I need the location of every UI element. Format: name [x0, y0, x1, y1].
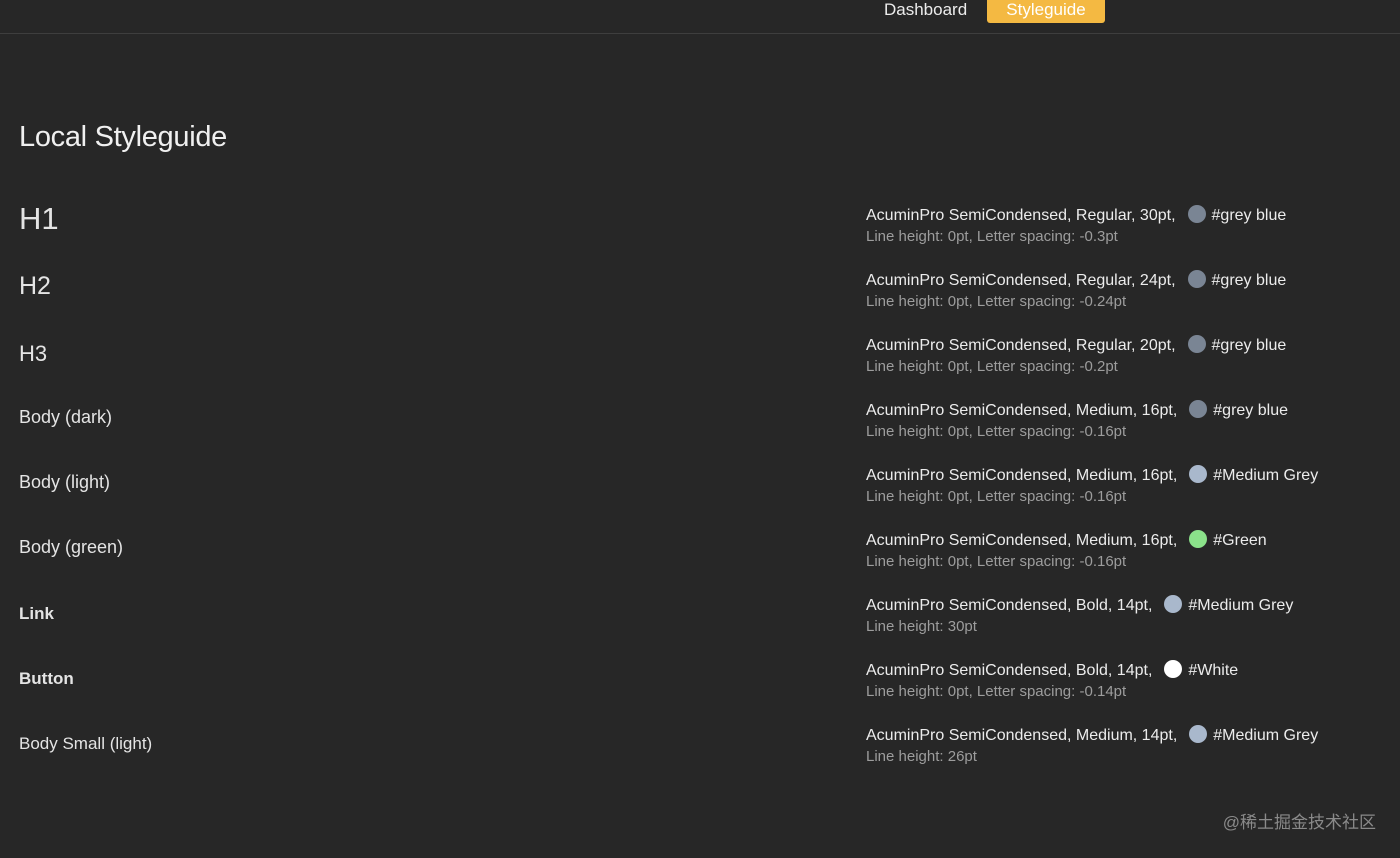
spec-font: AcuminPro SemiCondensed, Medium, 16pt,: [866, 532, 1178, 549]
spec-metrics: Line height: 26pt: [866, 748, 977, 765]
spec-metrics: Line height: 30pt: [866, 618, 977, 635]
color-swatch: [1189, 400, 1208, 418]
style-row-body-dark: Body (dark) AcuminPro SemiCondensed, Med…: [0, 400, 1400, 460]
style-spec: AcuminPro SemiCondensed, Bold, 14pt, #Med…: [866, 595, 1293, 637]
top-nav-bar: Dashboard Styleguide: [0, 0, 1400, 34]
color-swatch: [1187, 270, 1206, 288]
color-swatch: [1187, 205, 1206, 223]
nav-dashboard[interactable]: Dashboard: [884, 0, 967, 23]
style-name: Link: [19, 604, 54, 623]
color-name: #grey blue: [1211, 272, 1287, 289]
style-row-button: Button AcuminPro SemiCondensed, Bold, 14…: [0, 660, 1400, 720]
spec-font: AcuminPro SemiCondensed, Medium, 16pt,: [866, 402, 1178, 419]
page-title: Local Styleguide: [19, 121, 228, 153]
color-swatch: [1164, 660, 1183, 678]
color-name: #Medium Grey: [1213, 467, 1319, 484]
spec-metrics: Line height: 0pt, Letter spacing: -0.24p…: [866, 293, 1127, 310]
spec-font: AcuminPro SemiCondensed, Regular, 24pt,: [866, 272, 1176, 289]
style-name: Body Small (light): [19, 734, 153, 753]
style-name: Body (dark): [19, 407, 113, 427]
color-name: #Green: [1213, 532, 1267, 549]
color-name: #Medium Grey: [1188, 597, 1294, 614]
style-spec: AcuminPro SemiCondensed, Medium, 16pt, #G…: [866, 530, 1267, 572]
spec-metrics: Line height: 0pt, Letter spacing: -0.14p…: [866, 683, 1127, 700]
style-name: Body (light): [19, 472, 111, 492]
color-name: #grey blue: [1211, 207, 1287, 224]
color-name: #grey blue: [1213, 402, 1288, 419]
color-swatch: [1187, 335, 1206, 353]
style-spec: AcuminPro SemiCondensed, Medium, 16pt, #M…: [866, 465, 1318, 507]
spec-font: AcuminPro SemiCondensed, Bold, 14pt,: [866, 597, 1153, 614]
color-name: #grey blue: [1211, 337, 1287, 354]
style-spec: AcuminPro SemiCondensed, Regular, 30pt, #…: [866, 205, 1286, 247]
style-row-link: Link AcuminPro SemiCondensed, Bold, 14pt…: [0, 595, 1400, 655]
spec-metrics: Line height: 0pt, Letter spacing: -0.16p…: [866, 553, 1127, 570]
style-spec: AcuminPro SemiCondensed, Regular, 20pt, #…: [866, 335, 1286, 377]
style-spec: AcuminPro SemiCondensed, Medium, 16pt, #g…: [866, 400, 1288, 442]
nav-styleguide[interactable]: Styleguide: [987, 0, 1105, 23]
style-row-h1: H1 AcuminPro SemiCondensed, Regular, 30p…: [0, 201, 1400, 265]
watermark: @稀土掘金技术社区: [1222, 813, 1376, 832]
spec-metrics: Line height: 0pt, Letter spacing: -0.2pt: [866, 358, 1118, 375]
style-row-h3: H3 AcuminPro SemiCondensed, Regular, 20p…: [0, 335, 1400, 395]
spec-font: AcuminPro SemiCondensed, Regular, 30pt,: [866, 207, 1176, 224]
style-name: H2: [19, 272, 51, 300]
spec-font: AcuminPro SemiCondensed, Regular, 20pt,: [866, 337, 1176, 354]
style-row-body-green: Body (green) AcuminPro SemiCondensed, Me…: [0, 530, 1400, 590]
spec-font: AcuminPro SemiCondensed, Medium, 14pt,: [866, 727, 1178, 744]
style-name: H1: [19, 201, 59, 236]
style-row-body-small-light: Body Small (light) AcuminPro SemiCondens…: [0, 725, 1400, 785]
color-name: #White: [1188, 662, 1239, 679]
style-spec: AcuminPro SemiCondensed, Bold, 14pt, #Whi…: [866, 660, 1238, 702]
style-name: Button: [19, 669, 74, 688]
color-swatch: [1164, 595, 1183, 613]
color-swatch: [1189, 465, 1208, 483]
style-spec: AcuminPro SemiCondensed, Regular, 24pt, #…: [866, 270, 1286, 312]
spec-font: AcuminPro SemiCondensed, Medium, 16pt,: [866, 467, 1178, 484]
style-name: Body (green): [19, 537, 124, 557]
spec-metrics: Line height: 0pt, Letter spacing: -0.16p…: [866, 423, 1127, 440]
style-name: H3: [19, 341, 48, 366]
style-row-body-light: Body (light) AcuminPro SemiCondensed, Me…: [0, 465, 1400, 525]
color-swatch: [1189, 530, 1208, 548]
color-swatch: [1189, 725, 1208, 743]
color-name: #Medium Grey: [1213, 727, 1319, 744]
style-row-h2: H2 AcuminPro SemiCondensed, Regular, 24p…: [0, 270, 1400, 330]
spec-metrics: Line height: 0pt, Letter spacing: -0.16p…: [866, 488, 1127, 505]
spec-font: AcuminPro SemiCondensed, Bold, 14pt,: [866, 662, 1153, 679]
style-spec: AcuminPro SemiCondensed, Medium, 14pt, #M…: [866, 725, 1318, 767]
spec-metrics: Line height: 0pt, Letter spacing: -0.3pt: [866, 228, 1118, 245]
